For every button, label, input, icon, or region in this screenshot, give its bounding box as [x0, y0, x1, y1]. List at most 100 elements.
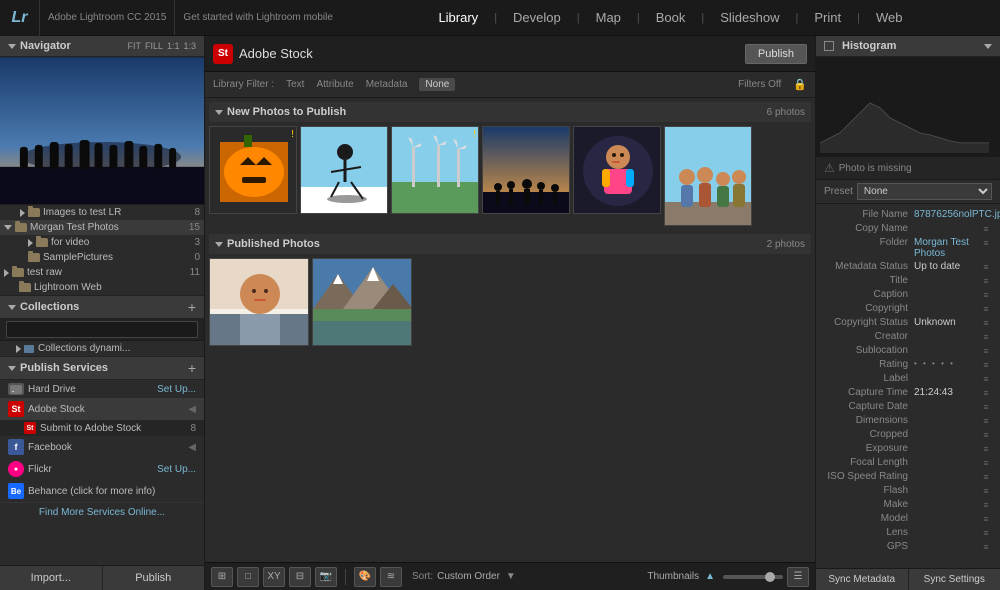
expand-icon[interactable]: ≡ [980, 457, 992, 469]
expand-icon[interactable]: ≡ [980, 415, 992, 427]
folder-item-lightroom-web[interactable]: Lightroom Web [0, 280, 204, 295]
publish-service-flickr[interactable]: ● Flickr Set Up... [0, 458, 204, 480]
new-photos-grid: ! [209, 126, 811, 226]
expand-icon[interactable]: ≡ [980, 541, 992, 553]
photo-thumb-2[interactable] [300, 126, 388, 214]
sync-settings-button[interactable]: Sync Settings [909, 569, 1000, 590]
nav-map[interactable]: Map [592, 10, 625, 25]
navigator-preview [0, 57, 204, 205]
meta-row-dimensions: Dimensions ≡ [816, 414, 1000, 428]
publish-service-hard-drive[interactable]: Hard Drive Set Up... [0, 380, 204, 398]
collections-search-input[interactable] [6, 321, 198, 338]
meta-row-creator: Creator ≡ [816, 330, 1000, 344]
meta-row-lens: Lens ≡ [816, 526, 1000, 540]
flickr-setup-link[interactable]: Set Up... [157, 464, 196, 475]
compare-view-button[interactable]: XY [263, 567, 285, 587]
folder-item-test-raw[interactable]: test raw 11 [0, 265, 204, 280]
expand-icon[interactable]: ≡ [980, 471, 992, 483]
photo-thumb-3[interactable]: ! [391, 126, 479, 214]
grid-view-button[interactable]: ⊞ [211, 567, 233, 587]
expand-icon[interactable]: ≡ [980, 387, 992, 399]
mobile-link[interactable]: Get started with Lightroom mobile [175, 12, 341, 23]
meta-row-copyname: Copy Name ≡ [816, 222, 1000, 236]
expand-icon[interactable]: ≡ [980, 261, 992, 273]
nav-book[interactable]: Book [652, 10, 690, 25]
expand-icon[interactable]: ≡ [980, 401, 992, 413]
filter-none[interactable]: None [419, 78, 455, 91]
publish-service-adobe-stock[interactable]: St Adobe Stock ◀ [0, 398, 204, 420]
expand-icon[interactable]: ≡ [980, 499, 992, 511]
expand-icon[interactable]: ≡ [980, 317, 992, 329]
filter-metadata[interactable]: Metadata [366, 79, 408, 90]
hard-drive-setup-link[interactable]: Set Up... [157, 384, 196, 395]
photo-thumb-5[interactable] [573, 126, 661, 214]
add-collection-button[interactable]: + [188, 300, 196, 314]
expand-icon[interactable]: ≡ [980, 303, 992, 315]
find-more-services[interactable]: Find More Services Online... [0, 502, 204, 522]
photo-thumb-1[interactable]: ! [209, 126, 297, 214]
expand-icon[interactable]: ≡ [980, 237, 992, 249]
folder-item-morgan[interactable]: Morgan Test Photos 15 [0, 220, 204, 235]
import-button[interactable]: Import... [0, 566, 103, 590]
camera-button[interactable]: 📷 [315, 567, 337, 587]
survey-view-button[interactable]: ⊟ [289, 567, 311, 587]
expand-icon [4, 225, 12, 230]
expand-icon[interactable]: ≡ [980, 527, 992, 539]
loupe-view-button[interactable]: □ [237, 567, 259, 587]
sort-value[interactable]: Custom Order [437, 571, 500, 582]
grid-area[interactable]: New Photos to Publish 6 photos [205, 98, 815, 562]
sync-metadata-button[interactable]: Sync Metadata [816, 569, 909, 590]
nav-develop[interactable]: Develop [509, 10, 565, 25]
nav-print[interactable]: Print [810, 10, 845, 25]
published-photos-grid [209, 258, 811, 358]
folder-item-images[interactable]: Images to test LR 8 [0, 205, 204, 220]
meta-row-copyright-status: Copyright Status Unknown ≡ [816, 316, 1000, 330]
expand-icon[interactable]: ≡ [980, 223, 992, 235]
content-wrapper: St Adobe Stock Publish Library Filter : … [205, 36, 1000, 590]
expand-icon[interactable]: ≡ [980, 429, 992, 441]
filter-label: Library Filter : [213, 79, 274, 90]
meta-row-make: Make ≡ [816, 498, 1000, 512]
thumbnail-slider[interactable] [723, 575, 783, 579]
publish-service-facebook[interactable]: f Facebook ◀ [0, 436, 204, 458]
photo-thumb-pub-2[interactable] [312, 258, 412, 346]
collection-item-dynamic[interactable]: Collections dynami... [0, 341, 204, 356]
expand-icon[interactable]: ≡ [980, 345, 992, 357]
expand-icon[interactable]: ≡ [980, 275, 992, 287]
nav-slideshow[interactable]: Slideshow [716, 10, 783, 25]
nav-library[interactable]: Library [434, 10, 482, 25]
filter-button[interactable]: ≋ [380, 567, 402, 587]
nav-web[interactable]: Web [872, 10, 907, 25]
folder-item-sample[interactable]: SamplePictures 0 [0, 250, 204, 265]
expand-icon[interactable]: ≡ [980, 373, 992, 385]
published-photos-section-header: Published Photos 2 photos [209, 234, 811, 254]
expand-icon[interactable]: ≡ [980, 289, 992, 301]
nav-center: Library | Develop | Map | Book | Slidesh… [341, 10, 1000, 25]
expand-icon[interactable]: ≡ [980, 443, 992, 455]
flickr-badge: ● [8, 461, 24, 477]
meta-row-copyright: Copyright ≡ [816, 302, 1000, 316]
meta-row-metadata-status: Metadata Status Up to date ≡ [816, 260, 1000, 274]
photo-thumb-6[interactable] [664, 126, 752, 226]
publish-service-behance[interactable]: Be Behance (click for more info) [0, 480, 204, 502]
meta-row-label: Label ≡ [816, 372, 1000, 386]
expand-icon[interactable]: ≡ [980, 359, 992, 371]
filter-text[interactable]: Text [286, 79, 304, 90]
expand-icon[interactable]: ≡ [980, 331, 992, 343]
preset-select[interactable]: None [857, 183, 992, 200]
photo-thumb-pub-1[interactable] [209, 258, 309, 346]
main-layout: Navigator FIT FILL 1:1 1:3 [0, 36, 1000, 590]
publish-sub-adobe-stock[interactable]: St Submit to Adobe Stock 8 [0, 420, 204, 436]
publish-header-button[interactable]: Publish [745, 44, 807, 64]
filter-attribute[interactable]: Attribute [316, 79, 353, 90]
expand-icon[interactable]: ≡ [980, 513, 992, 525]
preset-row: Preset None [816, 180, 1000, 204]
add-publish-service-button[interactable]: + [188, 361, 196, 375]
expand-icon[interactable]: ≡ [980, 485, 992, 497]
folder-item-video[interactable]: for video 3 [0, 235, 204, 250]
published-toggle-icon [215, 242, 223, 247]
photo-thumb-4[interactable] [482, 126, 570, 214]
publish-button-left[interactable]: Publish [103, 566, 205, 590]
end-button[interactable]: ☰ [787, 567, 809, 587]
spray-button[interactable]: 🎨 [354, 567, 376, 587]
